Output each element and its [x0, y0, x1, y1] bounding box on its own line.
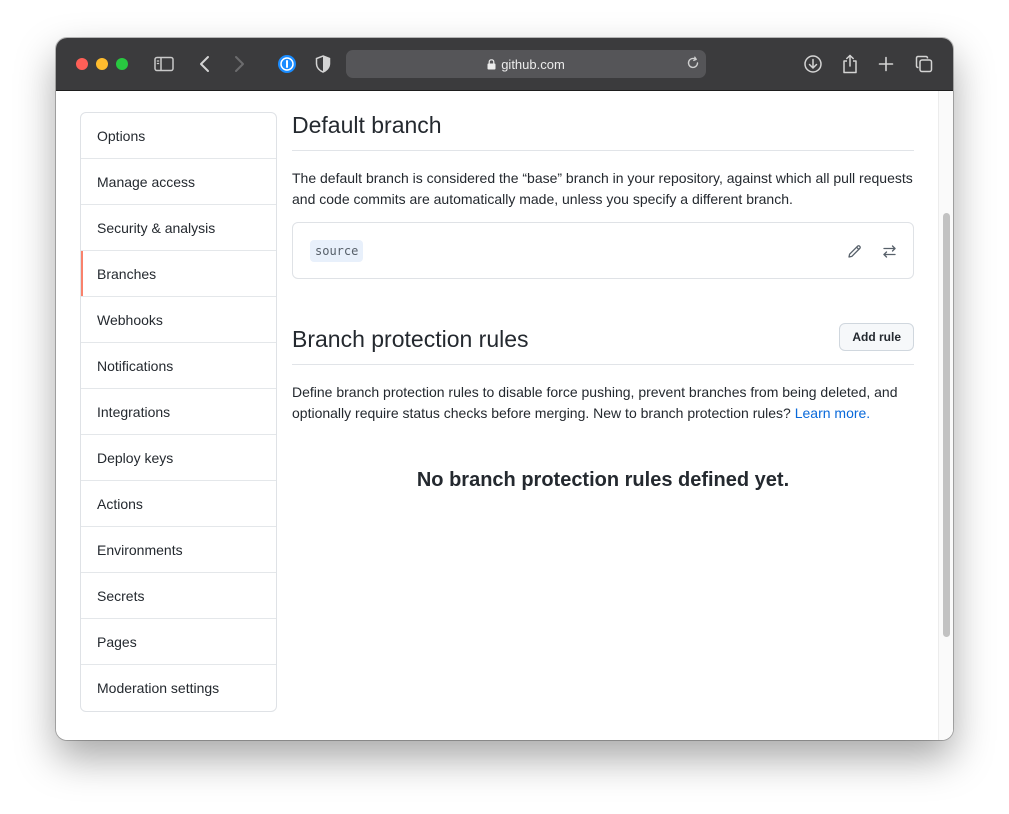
- sidebar-toggle-icon[interactable]: [153, 53, 175, 75]
- add-rule-button[interactable]: Add rule: [839, 323, 914, 351]
- lock-icon: [487, 58, 496, 70]
- sidebar-item-label: Actions: [97, 495, 143, 512]
- default-branch-box: source: [292, 222, 914, 279]
- empty-state-message: No branch protection rules defined yet.: [416, 469, 790, 491]
- sidebar-item-security-analysis[interactable]: Security & analysis: [81, 205, 276, 251]
- reload-icon[interactable]: [686, 56, 700, 70]
- download-icon[interactable]: [802, 53, 824, 75]
- sidebar-item-secrets[interactable]: Secrets: [81, 573, 276, 619]
- sidebar-item-pages[interactable]: Pages: [81, 619, 276, 665]
- sidebar-item-label: Notifications: [97, 357, 174, 374]
- sidebar-item-label: Options: [97, 127, 146, 144]
- scrollbar[interactable]: [938, 91, 953, 740]
- browser-toolbar: github.com: [56, 38, 953, 91]
- branch-protection-section: Branch protection rules Add rule Define …: [292, 323, 914, 492]
- sidebar-item-deploy-keys[interactable]: Deploy keys: [81, 435, 276, 481]
- sidebar-item-label: Integrations: [97, 403, 171, 420]
- switch-branch-icon[interactable]: [880, 242, 898, 260]
- branch-protection-title: Branch protection rules: [292, 323, 914, 365]
- sidebar-item-notifications[interactable]: Notifications: [81, 343, 276, 389]
- sidebar-item-label: Secrets: [97, 587, 145, 604]
- sidebar-item-label: Manage access: [97, 173, 196, 190]
- forward-icon[interactable]: [228, 53, 250, 75]
- sidebar-item-label: Deploy keys: [97, 449, 174, 466]
- page-content: Options Manage access Security & analysi…: [56, 91, 953, 740]
- address-bar[interactable]: github.com: [346, 50, 706, 78]
- branch-name-tag: source: [310, 239, 364, 262]
- scrollbar-thumb[interactable]: [943, 213, 950, 637]
- zoom-window-button[interactable]: [116, 58, 128, 70]
- sidebar-item-integrations[interactable]: Integrations: [81, 389, 276, 435]
- sidebar-item-actions[interactable]: Actions: [81, 481, 276, 527]
- sidebar-item-label: Branches: [97, 265, 157, 282]
- address-url: github.com: [501, 56, 565, 72]
- pencil-icon[interactable]: [845, 242, 863, 260]
- share-icon[interactable]: [839, 53, 861, 75]
- password-manager-icon[interactable]: [276, 53, 298, 75]
- sidebar-item-moderation-settings[interactable]: Moderation settings: [81, 665, 276, 711]
- sidebar-item-branches[interactable]: Branches: [81, 251, 276, 297]
- close-window-button[interactable]: [76, 58, 88, 70]
- sidebar-item-environments[interactable]: Environments: [81, 527, 276, 573]
- main-panel: Default branch The default branch is con…: [292, 112, 914, 492]
- sidebar-item-label: Pages: [97, 633, 137, 650]
- sidebar-item-manage-access[interactable]: Manage access: [81, 159, 276, 205]
- learn-more-link[interactable]: Learn more.: [795, 405, 870, 421]
- default-branch-description: The default branch is considered the “ba…: [292, 170, 913, 207]
- default-branch-title: Default branch: [292, 112, 914, 151]
- sidebar-item-label: Security & analysis: [97, 219, 216, 236]
- browser-window: github.com Options Manage access Securit…: [56, 38, 953, 740]
- new-tab-icon[interactable]: [875, 53, 897, 75]
- sidebar-item-webhooks[interactable]: Webhooks: [81, 297, 276, 343]
- sidebar-item-options[interactable]: Options: [81, 113, 276, 159]
- sidebar-item-label: Webhooks: [97, 311, 163, 328]
- sidebar-item-label: Moderation settings: [97, 680, 220, 696]
- privacy-shield-icon[interactable]: [312, 53, 334, 75]
- tab-overview-icon[interactable]: [913, 53, 935, 75]
- minimize-window-button[interactable]: [96, 58, 108, 70]
- settings-sidebar: Options Manage access Security & analysi…: [80, 112, 277, 712]
- default-branch-section: Default branch The default branch is con…: [292, 112, 914, 279]
- back-icon[interactable]: [194, 53, 216, 75]
- sidebar-item-label: Environments: [97, 541, 183, 558]
- branch-protection-description: Define branch protection rules to disabl…: [292, 382, 914, 424]
